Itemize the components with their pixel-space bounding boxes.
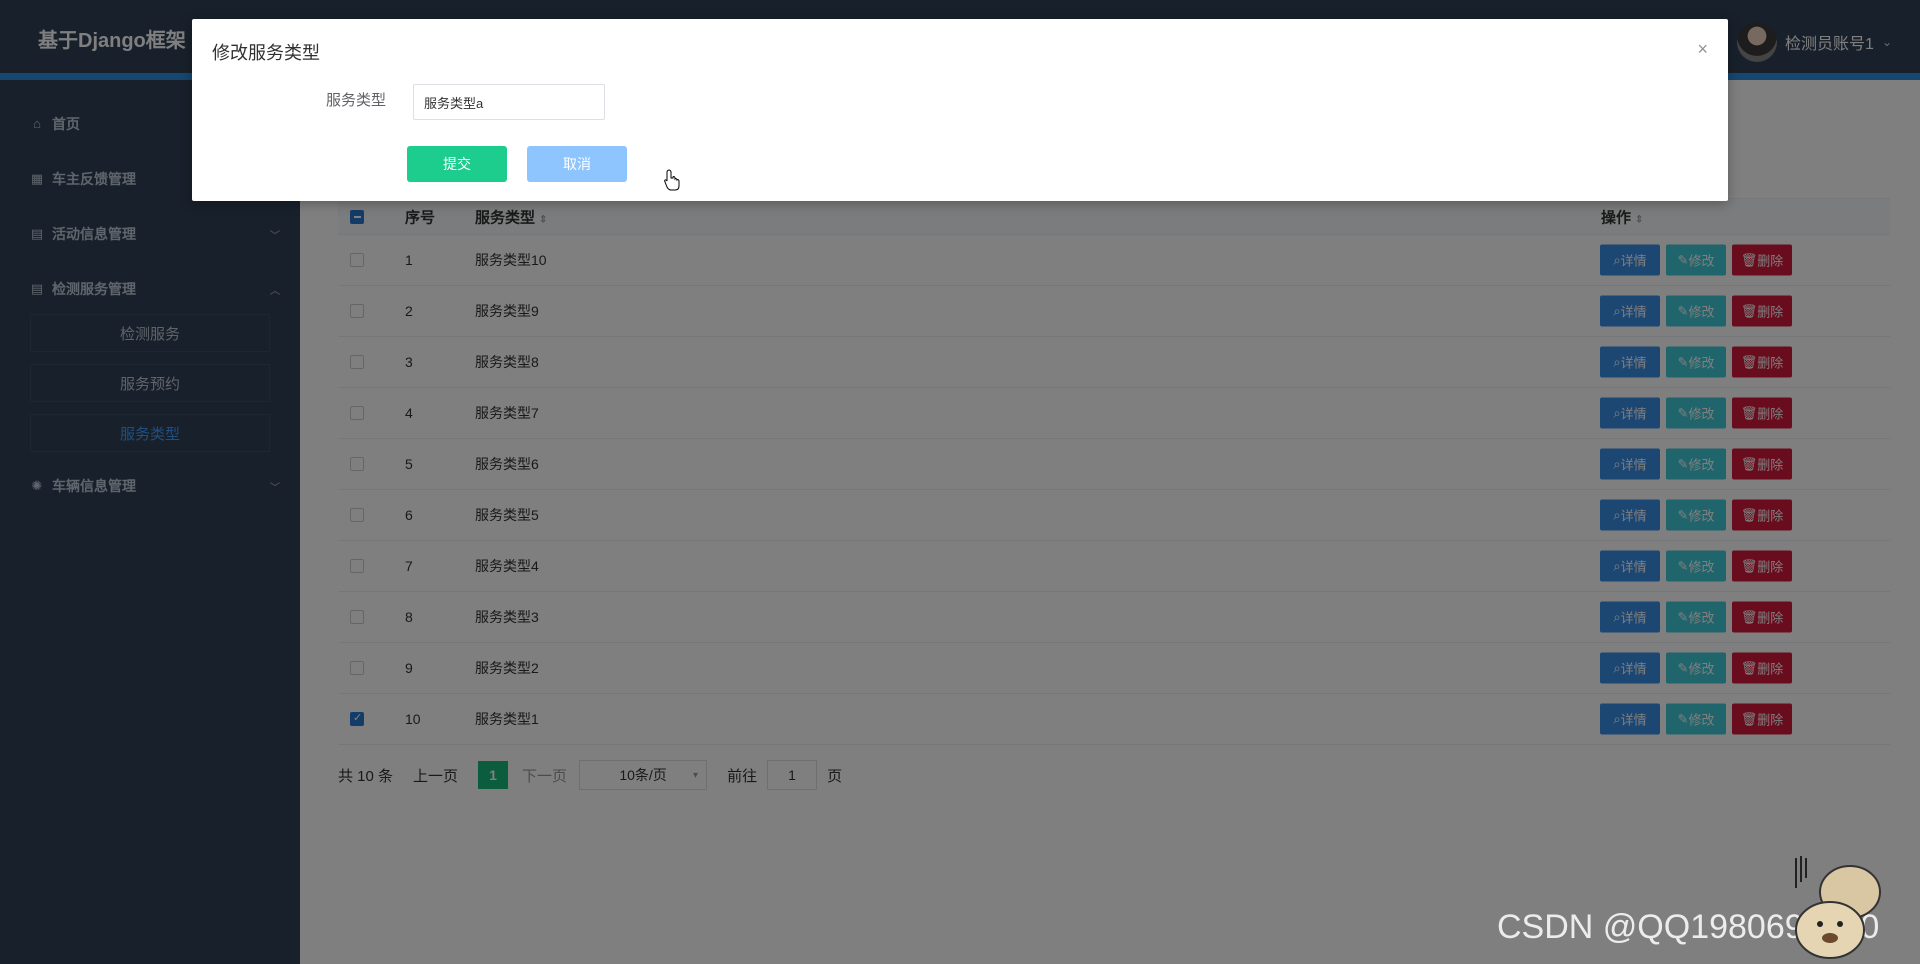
mascot-icon <box>1795 856 1881 959</box>
edit-service-type-dialog: 修改服务类型 × 服务类型 提交 取消 <box>192 19 1728 201</box>
service-type-label: 服务类型 <box>326 92 387 109</box>
cancel-button[interactable]: 取消 <box>527 146 627 182</box>
service-type-input[interactable] <box>413 84 605 120</box>
dialog-title: 修改服务类型 <box>212 43 320 63</box>
submit-button[interactable]: 提交 <box>407 146 507 182</box>
close-icon[interactable]: × <box>1697 39 1708 60</box>
hand-cursor-icon <box>664 169 680 191</box>
